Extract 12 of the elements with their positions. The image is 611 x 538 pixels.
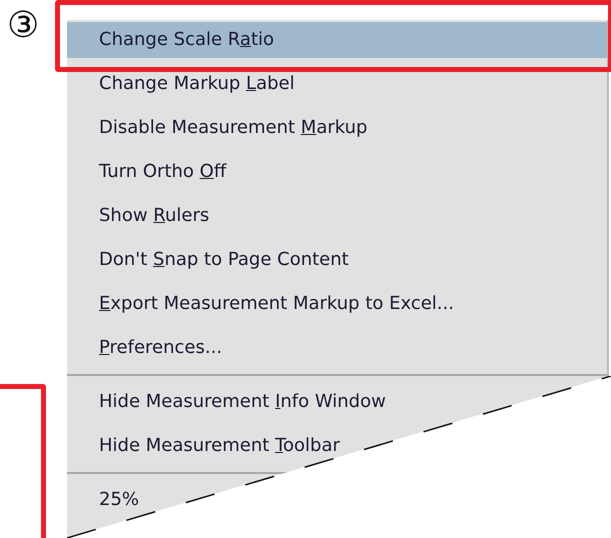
menu-item[interactable]: Change Markup Label (67, 64, 301, 108)
menu-item[interactable]: Hide Measurement Toolbar (67, 426, 346, 470)
menu-item[interactable]: 25% (67, 480, 146, 524)
step-number: ③ (7, 4, 40, 48)
menu-item[interactable]: Turn Ortho Off (67, 152, 232, 196)
menu-item[interactable]: Change Scale Ratio (67, 22, 607, 58)
menu-item[interactable]: Export Measurement Markup to Excel... (67, 284, 460, 328)
menu-item[interactable]: Disable Measurement Markup (67, 108, 374, 152)
menu-item[interactable]: Show Rulers (67, 196, 216, 240)
menu-item[interactable]: Hide Measurement Info Window (67, 382, 392, 426)
menu-item[interactable]: Don't Snap to Page Content (67, 240, 355, 284)
menu-item[interactable]: Preferences... (67, 328, 228, 372)
